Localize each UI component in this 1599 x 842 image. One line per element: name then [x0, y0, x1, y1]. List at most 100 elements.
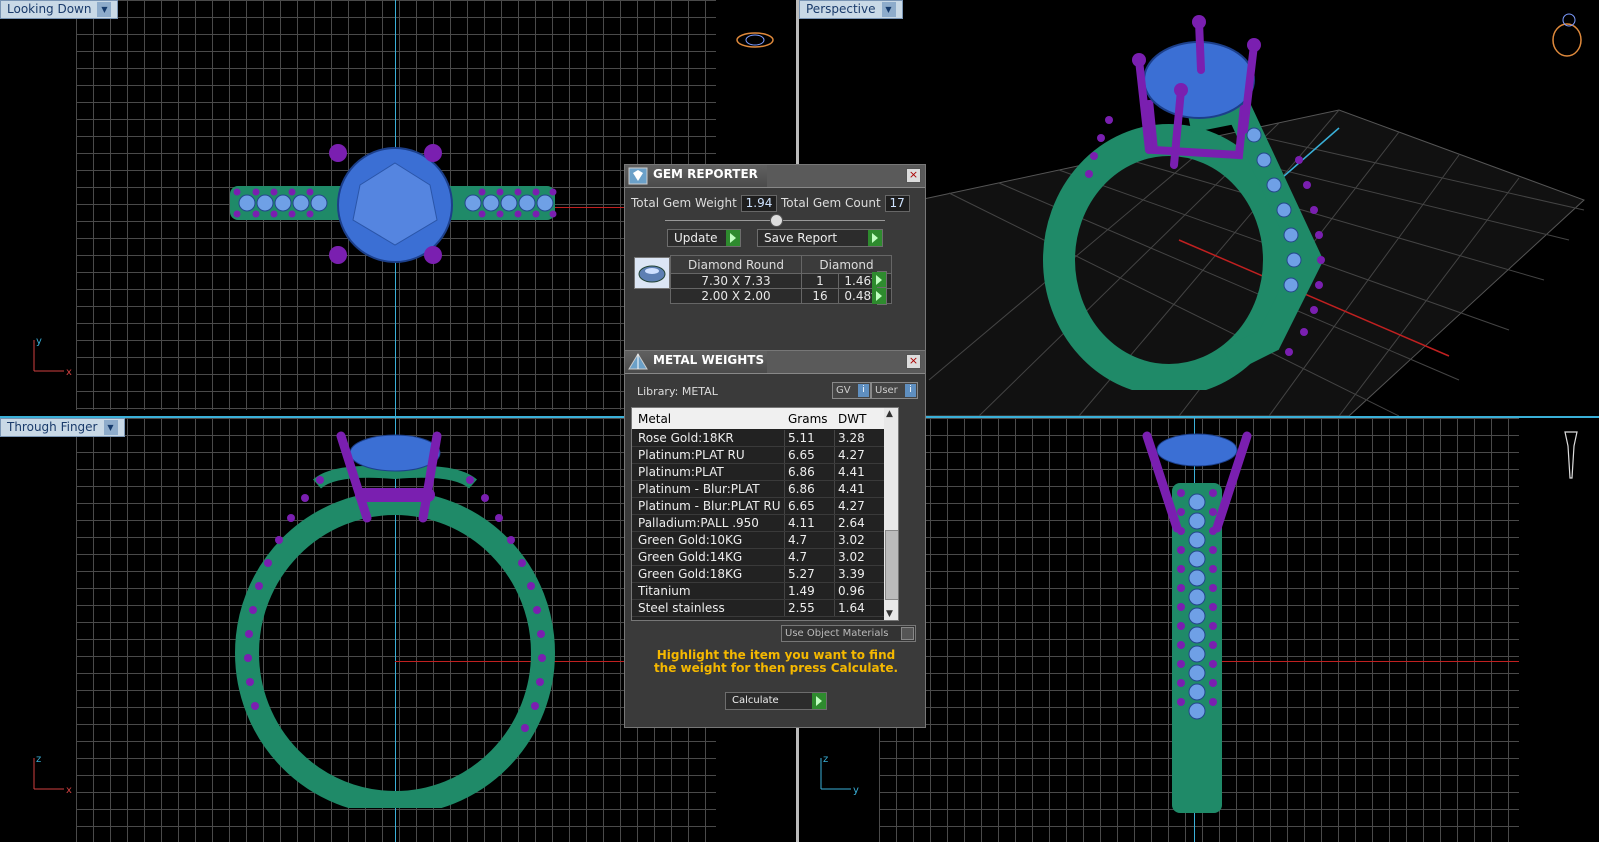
- metal-weights-table[interactable]: Metal Grams DWT Rose Gold:18KR 5.11 3.28 Pl…: [631, 407, 899, 621]
- svg-text:x: x: [66, 367, 72, 378]
- cell-metal: Rose Gold:18KR: [638, 431, 734, 445]
- hint-text: Highlight the item you want to find the …: [653, 648, 899, 675]
- play-icon: [812, 693, 826, 709]
- ring-perspective-view: [1043, 15, 1325, 390]
- total-gem-weight-field[interactable]: 1.94: [740, 195, 778, 212]
- table-row[interactable]: Green Gold:10KG 4.7 3.02: [632, 532, 898, 549]
- checkbox-icon[interactable]: [901, 627, 914, 640]
- mini-axis-yz: z y: [820, 754, 859, 796]
- table-row[interactable]: 7.30 X 7.33 1 1.46tw: [670, 273, 892, 289]
- gem-reporter-panel: GEM REPORTER × Total Gem Weight 1.94 Tot…: [624, 164, 926, 352]
- cell-metal: Platinum:PLAT RU: [638, 448, 745, 462]
- gem-row-select-button[interactable]: [872, 287, 887, 305]
- cell-dwt: 4.41: [838, 465, 865, 479]
- library-label: Library: METAL: [637, 385, 718, 398]
- chevron-down-icon[interactable]: ▼: [881, 2, 896, 17]
- cell-dwt: 0.96: [838, 584, 865, 598]
- viewport-label-through-finger[interactable]: Through Finger ▼: [0, 418, 125, 437]
- panel-title: METAL WEIGHTS: [653, 353, 765, 367]
- calculate-button[interactable]: Calculate: [725, 692, 827, 710]
- view-orientation-icon[interactable]: [735, 28, 775, 52]
- close-icon[interactable]: ×: [906, 168, 921, 183]
- cell-metal: Green Gold:14KG: [638, 550, 743, 564]
- svg-text:y: y: [853, 785, 859, 796]
- metal-weights-header[interactable]: METAL WEIGHTS ×: [625, 351, 925, 374]
- table-row[interactable]: Green Gold:14KG 4.7 3.02: [632, 549, 898, 566]
- total-gem-weight: Total Gem Weight 1.94: [631, 195, 778, 212]
- ring-side-view: [1142, 431, 1252, 813]
- cell-dwt: 4.41: [838, 482, 865, 496]
- svg-text:y: y: [36, 336, 42, 347]
- mini-axis-xz: z x: [33, 754, 72, 796]
- save-report-button[interactable]: Save Report: [757, 229, 883, 247]
- cell-dwt: 4.27: [838, 499, 865, 513]
- view-orientation-icon[interactable]: [1547, 10, 1587, 58]
- close-icon[interactable]: ×: [906, 354, 921, 369]
- cell-dwt: 4.27: [838, 448, 865, 462]
- gem-reporter-header[interactable]: GEM REPORTER ×: [625, 165, 925, 188]
- chevron-down-icon[interactable]: ▼: [103, 420, 118, 435]
- cell-metal: Platinum:PLAT: [638, 465, 724, 479]
- table-row[interactable]: Platinum - Blur:PLAT RU 6.65 4.27: [632, 498, 898, 515]
- gv-button[interactable]: GV i: [832, 382, 871, 399]
- cell-dwt: 3.39: [838, 567, 865, 581]
- table-row[interactable]: Platinum:PLAT RU 6.65 4.27: [632, 447, 898, 464]
- gem-shape-icon[interactable]: [634, 257, 670, 289]
- total-gem-count-field[interactable]: 17: [884, 195, 910, 212]
- svg-text:z: z: [823, 754, 828, 765]
- viewport-label-looking-down[interactable]: Looking Down ▼: [0, 0, 119, 19]
- cell-dwt: 1.64: [838, 601, 865, 615]
- info-icon: i: [858, 384, 869, 397]
- cell-grams: 4.7: [788, 550, 808, 564]
- cell-dwt: 3.02: [838, 533, 865, 547]
- slider-handle[interactable]: [770, 214, 783, 227]
- cell-grams: 6.86: [788, 482, 815, 496]
- table-row[interactable]: Platinum - Blur:PLAT 6.86 4.41: [632, 481, 898, 498]
- cell-metal: Titanium: [638, 584, 691, 598]
- cell-grams: 5.27: [788, 567, 815, 581]
- chevron-down-icon[interactable]: ▼: [886, 609, 893, 619]
- chevron-up-icon[interactable]: ▲: [886, 409, 893, 419]
- scrollbar-thumb[interactable]: [885, 530, 898, 600]
- cell-grams: 1.49: [788, 584, 815, 598]
- table-row[interactable]: Platinum:PLAT 6.86 4.41: [632, 464, 898, 481]
- cell-grams: 6.65: [788, 448, 815, 462]
- ring-through-finger-view: [235, 431, 555, 808]
- table-row[interactable]: 2.00 X 2.00 16 0.48tw: [670, 288, 892, 304]
- table-scrollbar[interactable]: ▲ ▼: [884, 408, 898, 620]
- cell-metal: Platinum - Blur:PLAT RU: [638, 499, 781, 513]
- view-orientation-icon[interactable]: [1559, 428, 1583, 484]
- cell-metal: Green Gold:18KG: [638, 567, 743, 581]
- cell-dwt: 3.28: [838, 431, 865, 445]
- table-row[interactable]: Green Gold:18KG 5.27 3.39: [632, 566, 898, 583]
- cell-grams: 6.65: [788, 499, 815, 513]
- cell-metal: Platinum - Blur:PLAT: [638, 482, 760, 496]
- viewport-label-perspective[interactable]: Perspective ▼: [799, 0, 903, 19]
- cell-metal: Palladium:PALL .950: [638, 516, 759, 530]
- cell-grams: 5.11: [788, 431, 815, 445]
- cell-metal: Green Gold:10KG: [638, 533, 743, 547]
- table-row[interactable]: Titanium 1.49 0.96: [632, 583, 898, 600]
- total-gem-count: Total Gem Count 17: [781, 195, 910, 212]
- play-icon: [868, 230, 882, 246]
- table-row[interactable]: Palladium:PALL .950 4.11 2.64: [632, 515, 898, 532]
- cell-dwt: 3.02: [838, 550, 865, 564]
- gem-report-icon: [628, 167, 648, 185]
- use-object-materials-button[interactable]: Use Object Materials: [781, 625, 916, 642]
- gem-table: Diamond Round Diamond 7.30 X 7.33 1 1.46…: [670, 255, 892, 304]
- metal-weight-icon: [628, 353, 648, 370]
- table-row[interactable]: Steel stainless 2.55 1.64: [632, 600, 898, 617]
- gem-shape-header: Diamond Round: [670, 255, 802, 274]
- play-icon: [726, 230, 740, 246]
- update-button[interactable]: Update: [667, 229, 741, 247]
- table-row[interactable]: Rose Gold:18KR 5.11 3.28: [632, 430, 898, 447]
- user-button[interactable]: User i: [871, 382, 918, 399]
- chevron-down-icon[interactable]: ▼: [97, 2, 112, 17]
- svg-text:x: x: [66, 785, 72, 796]
- cell-metal: Steel stainless: [638, 601, 725, 615]
- ring-top-view: [230, 144, 557, 264]
- mini-axis-xy: y x: [33, 336, 72, 378]
- svg-text:z: z: [36, 754, 41, 765]
- table-header: Metal Grams DWT: [632, 408, 898, 429]
- panel-title: GEM REPORTER: [653, 167, 758, 181]
